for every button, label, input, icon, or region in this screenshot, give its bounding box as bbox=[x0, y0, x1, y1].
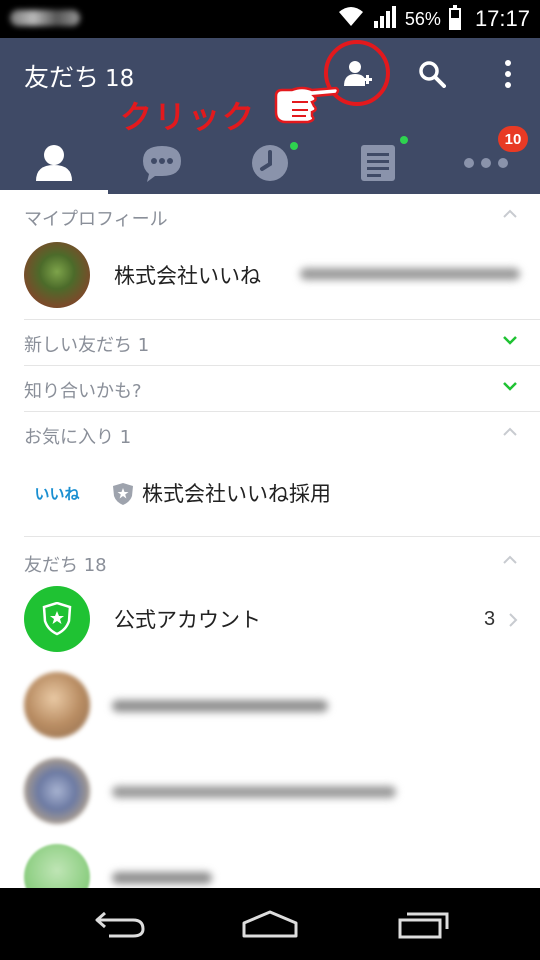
tab-bar: 10 bbox=[0, 126, 540, 194]
back-button[interactable] bbox=[80, 902, 160, 946]
section-header-favorites[interactable]: お気に入り 1 bbox=[24, 414, 518, 458]
divider bbox=[24, 536, 540, 537]
official-accounts-count: 3 bbox=[484, 608, 496, 630]
tab-news[interactable] bbox=[324, 132, 432, 194]
chat-bubble-icon bbox=[143, 146, 181, 182]
home-button[interactable] bbox=[230, 902, 310, 946]
recent-apps-icon bbox=[398, 912, 449, 939]
search-icon bbox=[419, 61, 446, 88]
section-header-might-know[interactable]: 知り合いかも? bbox=[24, 368, 518, 412]
chevron-up-icon bbox=[503, 427, 517, 436]
shield-star-icon bbox=[42, 602, 72, 636]
chevron-down-icon bbox=[503, 336, 517, 345]
section-label: マイプロフィール bbox=[24, 209, 168, 230]
tab-timeline[interactable] bbox=[216, 132, 324, 194]
official-shield-icon bbox=[113, 483, 133, 505]
status-bar: 56% 17:17 bbox=[0, 0, 540, 38]
blurred-status-message bbox=[300, 268, 520, 280]
wifi-icon bbox=[337, 6, 365, 32]
divider bbox=[24, 365, 540, 366]
pointing-hand-icon bbox=[272, 82, 342, 132]
home-icon bbox=[242, 910, 298, 938]
recent-apps-button[interactable] bbox=[384, 902, 464, 946]
friend-avatar[interactable] bbox=[24, 758, 90, 824]
cell-signal-icon bbox=[373, 5, 397, 33]
search-button[interactable] bbox=[412, 54, 452, 94]
section-header-my-profile[interactable]: マイプロフィール bbox=[24, 196, 518, 240]
page-title: 友だち 18 bbox=[24, 58, 134, 94]
chevron-down-icon bbox=[503, 382, 517, 391]
blurred-notification-icons bbox=[10, 10, 80, 26]
blurred-friend-name[interactable] bbox=[112, 872, 212, 884]
chevron-up-icon bbox=[503, 209, 517, 218]
battery-icon bbox=[448, 5, 461, 30]
system-nav-bar bbox=[0, 888, 540, 960]
clock-time: 17:17 bbox=[474, 6, 530, 31]
clock-icon bbox=[252, 145, 288, 181]
dots-icon bbox=[464, 158, 508, 168]
news-new-dot bbox=[400, 136, 408, 144]
more-notification-badge: 10 bbox=[498, 126, 528, 152]
battery-percent: 56% bbox=[404, 8, 441, 29]
back-arrow-icon bbox=[95, 911, 145, 938]
section-label: お気に入り 1 bbox=[24, 427, 132, 448]
tab-chats[interactable] bbox=[108, 132, 216, 194]
favorite-logo[interactable]: いいね bbox=[24, 466, 90, 520]
document-icon bbox=[361, 145, 395, 181]
section-label: 友だち 18 bbox=[24, 555, 107, 576]
divider bbox=[24, 411, 540, 412]
my-profile-avatar[interactable] bbox=[24, 242, 90, 308]
chevron-right-icon bbox=[509, 613, 518, 627]
tab-friends[interactable] bbox=[0, 132, 108, 194]
official-accounts-label[interactable]: 公式アカウント bbox=[114, 604, 261, 634]
title-count: 18 bbox=[105, 66, 135, 92]
blurred-friend-name[interactable] bbox=[112, 786, 396, 798]
vertical-dots-icon bbox=[505, 60, 511, 88]
app-header: 友だち 18 クリック 10 bbox=[0, 38, 540, 194]
favorite-name[interactable]: 株式会社いいね採用 bbox=[142, 478, 331, 508]
title-text: 友だち bbox=[24, 63, 100, 92]
chevron-up-icon bbox=[503, 555, 517, 564]
friend-avatar[interactable] bbox=[24, 672, 90, 738]
overflow-menu-button[interactable] bbox=[488, 54, 528, 94]
section-header-friends[interactable]: 友だち 18 bbox=[24, 542, 518, 586]
section-header-new-friends[interactable]: 新しい友だち 1 bbox=[24, 322, 518, 366]
add-friend-icon bbox=[344, 61, 372, 86]
add-friend-button[interactable] bbox=[338, 54, 378, 94]
divider bbox=[24, 319, 540, 320]
friend-list[interactable]: マイプロフィール 株式会社いいね 新しい友だち 1 知り合いかも? お気に入り … bbox=[0, 194, 540, 888]
timeline-new-dot bbox=[290, 142, 298, 150]
my-profile-name[interactable]: 株式会社いいね bbox=[114, 260, 261, 290]
section-label: 知り合いかも? bbox=[24, 381, 142, 402]
friend-avatar[interactable] bbox=[24, 844, 90, 888]
blurred-friend-name[interactable] bbox=[112, 700, 328, 712]
person-icon bbox=[36, 145, 72, 181]
official-accounts-avatar[interactable] bbox=[24, 586, 90, 652]
section-label: 新しい友だち 1 bbox=[24, 335, 150, 356]
